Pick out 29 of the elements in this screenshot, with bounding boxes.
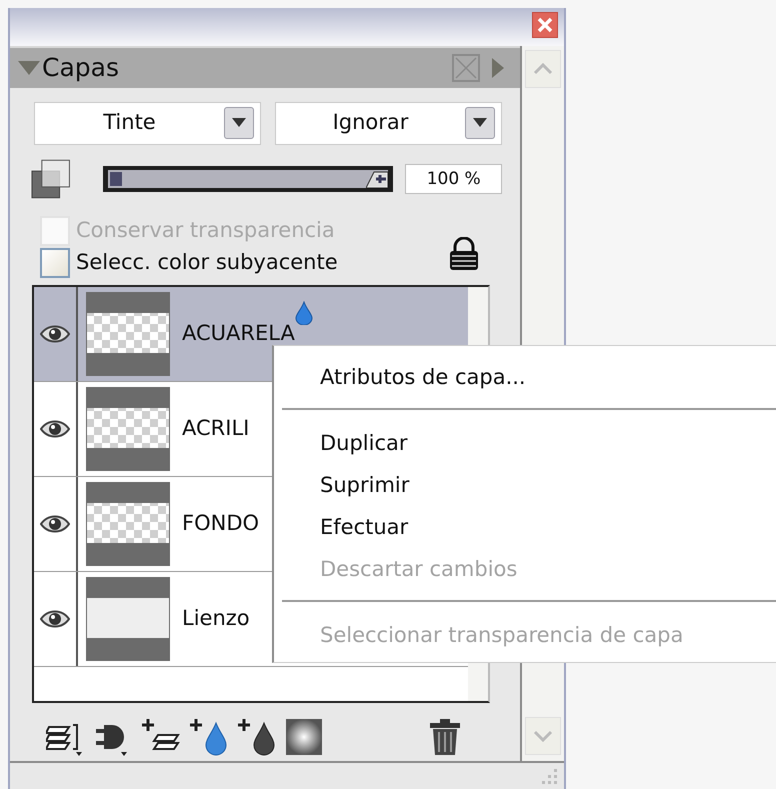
slider-end-icon (110, 172, 122, 186)
opacity-field[interactable]: 100 % (405, 164, 502, 194)
layers-opacity-icon (30, 158, 72, 199)
slider-thumb[interactable] (366, 170, 388, 188)
chevron-down-icon (533, 730, 553, 742)
checkbox-label: Conservar transparencia (76, 216, 335, 244)
eye-icon[interactable] (40, 322, 70, 345)
close-icon (537, 17, 553, 33)
resize-grip-icon[interactable] (540, 767, 558, 785)
eye-icon[interactable] (40, 608, 70, 630)
dropdown[interactable]: Tinte (34, 102, 261, 145)
layer-name: Lienzo (182, 604, 250, 632)
caret-icon (232, 118, 246, 128)
caret-icon (473, 118, 487, 128)
mask-icon[interactable] (286, 718, 322, 755)
close-button[interactable] (532, 12, 558, 38)
layer-name: ACUARELA (182, 320, 295, 347)
panel-title: Capas (42, 52, 119, 84)
checkbox[interactable] (40, 248, 70, 278)
layer-name: FONDO (182, 510, 260, 537)
eye-icon[interactable] (40, 512, 70, 535)
lock-icon[interactable] (448, 236, 480, 271)
checkbox-label: Selecc. color subyacente (76, 248, 338, 276)
eye-icon[interactable] (40, 418, 70, 440)
opacity-slider[interactable] (103, 166, 394, 192)
chevron-up-icon (533, 62, 553, 75)
dropdown[interactable]: Ignorar (275, 102, 502, 145)
layer-name: ACRILI (182, 414, 250, 442)
trash-icon[interactable] (430, 718, 460, 755)
